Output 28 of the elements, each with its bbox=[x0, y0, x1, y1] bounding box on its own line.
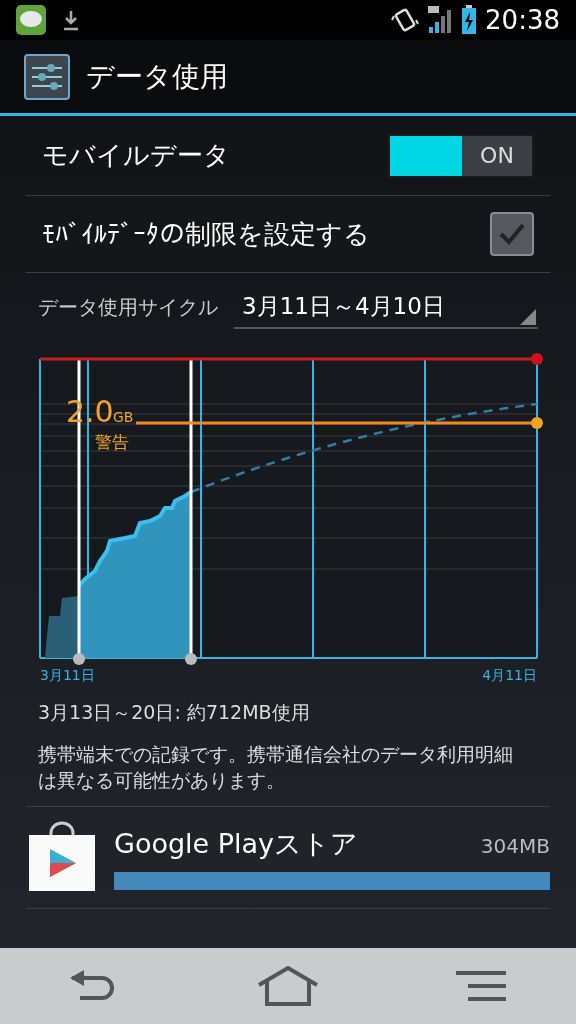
usage-note: 携帯端末での記録です。携帯通信会社のデータ利用明細は異なる可能性があります。 bbox=[38, 741, 514, 794]
settings-sliders-icon bbox=[24, 53, 70, 100]
download-icon bbox=[62, 9, 80, 31]
clock: 20:38 bbox=[485, 3, 560, 37]
cycle-dropdown[interactable]: 3月11日～4月10日 bbox=[234, 285, 538, 329]
axis-label: 3月11日 bbox=[40, 667, 95, 683]
checkbox[interactable] bbox=[490, 212, 534, 256]
setting-label: モバイルデータ bbox=[42, 139, 230, 172]
warning-label: 警告 bbox=[95, 432, 129, 452]
screen-title: データ使用 bbox=[86, 58, 228, 95]
vibrate-icon bbox=[391, 6, 420, 34]
home-icon[interactable] bbox=[257, 966, 319, 1006]
shopping-bag-icon bbox=[26, 821, 98, 894]
warning-unit: GB bbox=[113, 409, 134, 425]
chat-app-icon bbox=[16, 5, 46, 35]
toggle-switch[interactable]: ON bbox=[388, 133, 534, 178]
cycle-label: データ使用サイクル bbox=[38, 294, 218, 321]
battery-icon bbox=[461, 5, 478, 35]
app-usage: 304MB bbox=[480, 832, 550, 860]
range-handle[interactable] bbox=[185, 360, 197, 665]
check-icon bbox=[498, 222, 526, 246]
app-name: Google Playストア bbox=[114, 826, 359, 861]
setting-label: ﾓﾊﾞｲﾙﾃﾞｰﾀの制限を設定する bbox=[42, 217, 370, 251]
signal-icon bbox=[427, 5, 454, 35]
menu-icon[interactable] bbox=[454, 970, 509, 1002]
axis-label: 4月11日 bbox=[482, 667, 537, 683]
caret-icon bbox=[520, 309, 536, 325]
usage-summary: 3月13日～20日: 約712MB使用 bbox=[38, 700, 311, 725]
